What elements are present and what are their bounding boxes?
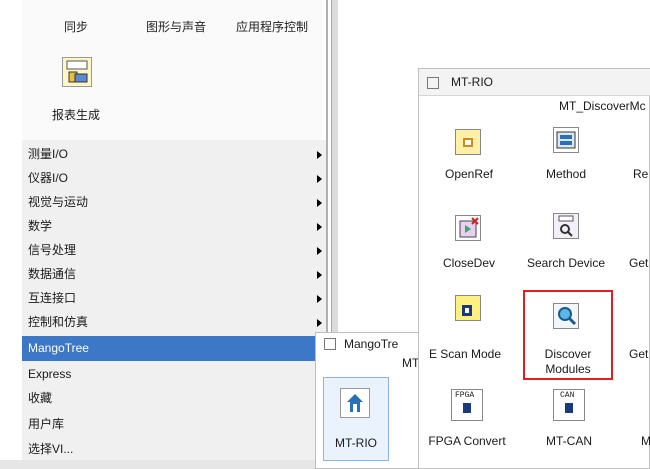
get-label: Get bbox=[629, 256, 649, 270]
menu-item-signal-processing[interactable]: 信号处理 bbox=[22, 238, 327, 263]
submenu-arrow-icon bbox=[317, 199, 322, 207]
menu-item-favorites[interactable]: 收藏 bbox=[22, 386, 327, 411]
menu-item-label: 仪器I/O bbox=[28, 171, 69, 185]
submenu-arrow-icon bbox=[317, 247, 322, 255]
mt-rio-icon bbox=[340, 388, 370, 418]
divider bbox=[326, 0, 328, 335]
pin-icon[interactable] bbox=[427, 77, 439, 89]
menu-item-label: 信号处理 bbox=[28, 243, 77, 257]
mt-rio-tile[interactable]: MT-RIO bbox=[323, 377, 389, 461]
menu-item-label: 测量I/O bbox=[28, 147, 69, 161]
menu-item-math[interactable]: 数学 bbox=[22, 214, 327, 239]
submenu-arrow-icon bbox=[317, 271, 322, 279]
mangotree-titlebar[interactable]: MangoTre bbox=[316, 333, 424, 355]
menu-item-express[interactable]: Express bbox=[22, 362, 327, 387]
fpga-convert-icon[interactable]: FPGA bbox=[451, 389, 483, 421]
menu-item-label: 数据通信 bbox=[28, 267, 77, 281]
fpga-convert-label: FPGA Convert bbox=[428, 434, 506, 448]
method-icon[interactable] bbox=[553, 127, 579, 153]
discover-modules-highlight bbox=[523, 290, 613, 380]
menu-item-select-vi[interactable]: 选择VI... bbox=[22, 437, 327, 462]
menu-item-label: Express bbox=[28, 367, 72, 381]
m-label: M bbox=[641, 434, 650, 448]
openref-label: OpenRef bbox=[444, 167, 494, 181]
re-label: Re bbox=[633, 167, 649, 181]
scrollbar[interactable] bbox=[331, 0, 338, 335]
mt-rio-titlebar[interactable]: MT-RIO bbox=[419, 69, 650, 96]
palette-panel: 同步 图形与声音 应用程序控制 报表生成 bbox=[22, 0, 322, 140]
menu-item-label: 视觉与运动 bbox=[28, 195, 89, 209]
functions-menu: 测量I/O 仪器I/O 视觉与运动 数学 信号处理 数据通信 互连接口 控制和仿… bbox=[22, 140, 328, 460]
escan-mode-label: E Scan Mode bbox=[428, 347, 502, 361]
method-label: Method bbox=[545, 167, 587, 181]
menu-item-mangotree[interactable]: MangoTree bbox=[22, 336, 327, 361]
submenu-arrow-icon bbox=[317, 295, 322, 303]
escan-mode-icon[interactable] bbox=[455, 295, 481, 321]
menu-item-measurement-io[interactable]: 测量I/O bbox=[22, 142, 327, 167]
tab-sync[interactable]: 同步 bbox=[64, 18, 88, 35]
menu-item-control-sim[interactable]: 控制和仿真 bbox=[22, 310, 327, 335]
search-device-icon[interactable] bbox=[553, 213, 579, 239]
tab-app-control[interactable]: 应用程序控制 bbox=[236, 18, 308, 35]
menu-item-label: 选择VI... bbox=[28, 442, 74, 456]
pin-icon[interactable] bbox=[324, 338, 336, 350]
menu-item-label: 互连接口 bbox=[28, 291, 77, 305]
closedev-icon[interactable] bbox=[455, 215, 481, 241]
menu-item-label: MangoTree bbox=[28, 341, 89, 355]
mt-can-icon[interactable]: CAN bbox=[553, 389, 585, 421]
mt-can-label: MT-CAN bbox=[546, 434, 592, 448]
submenu-arrow-icon bbox=[317, 175, 322, 183]
openref-icon[interactable] bbox=[455, 129, 481, 155]
menu-item-label: 数学 bbox=[28, 219, 53, 233]
get2-label: Get bbox=[629, 347, 649, 361]
submenu-arrow-icon bbox=[317, 319, 322, 327]
mt-rio-palette: MT-RIO MT_DiscoverMc OpenRef Method Re C… bbox=[418, 68, 650, 469]
bottom-strip bbox=[0, 460, 330, 469]
menu-item-label: 控制和仿真 bbox=[28, 315, 89, 329]
menu-item-data-comm[interactable]: 数据通信 bbox=[22, 262, 327, 287]
closedev-label: CloseDev bbox=[442, 256, 496, 270]
menu-item-vision-motion[interactable]: 视觉与运动 bbox=[22, 190, 327, 215]
search-device-label: Search Device bbox=[526, 256, 606, 270]
menu-item-user-libraries[interactable]: 用户库 bbox=[22, 412, 327, 437]
menu-item-label: 收藏 bbox=[28, 391, 53, 405]
mt-rio-title: MT-RIO bbox=[451, 75, 493, 89]
mangotree-title: MangoTre bbox=[344, 337, 399, 351]
report-generation-icon[interactable] bbox=[62, 57, 92, 87]
mt-rio-label: MT-RIO bbox=[335, 436, 377, 450]
mt-rio-subtitle: MT_DiscoverMc bbox=[559, 99, 646, 113]
submenu-arrow-icon bbox=[317, 151, 322, 159]
tab-graphics-sound[interactable]: 图形与声音 bbox=[146, 18, 206, 35]
mangotree-subtitle: MT bbox=[402, 356, 420, 370]
submenu-arrow-icon bbox=[317, 223, 322, 231]
report-generation-label: 报表生成 bbox=[52, 108, 101, 122]
menu-item-connectivity[interactable]: 互连接口 bbox=[22, 286, 327, 311]
menu-item-instrument-io[interactable]: 仪器I/O bbox=[22, 166, 327, 191]
mangotree-palette: MangoTre MT MT-RIO bbox=[315, 332, 425, 469]
menu-item-label: 用户库 bbox=[28, 417, 65, 431]
